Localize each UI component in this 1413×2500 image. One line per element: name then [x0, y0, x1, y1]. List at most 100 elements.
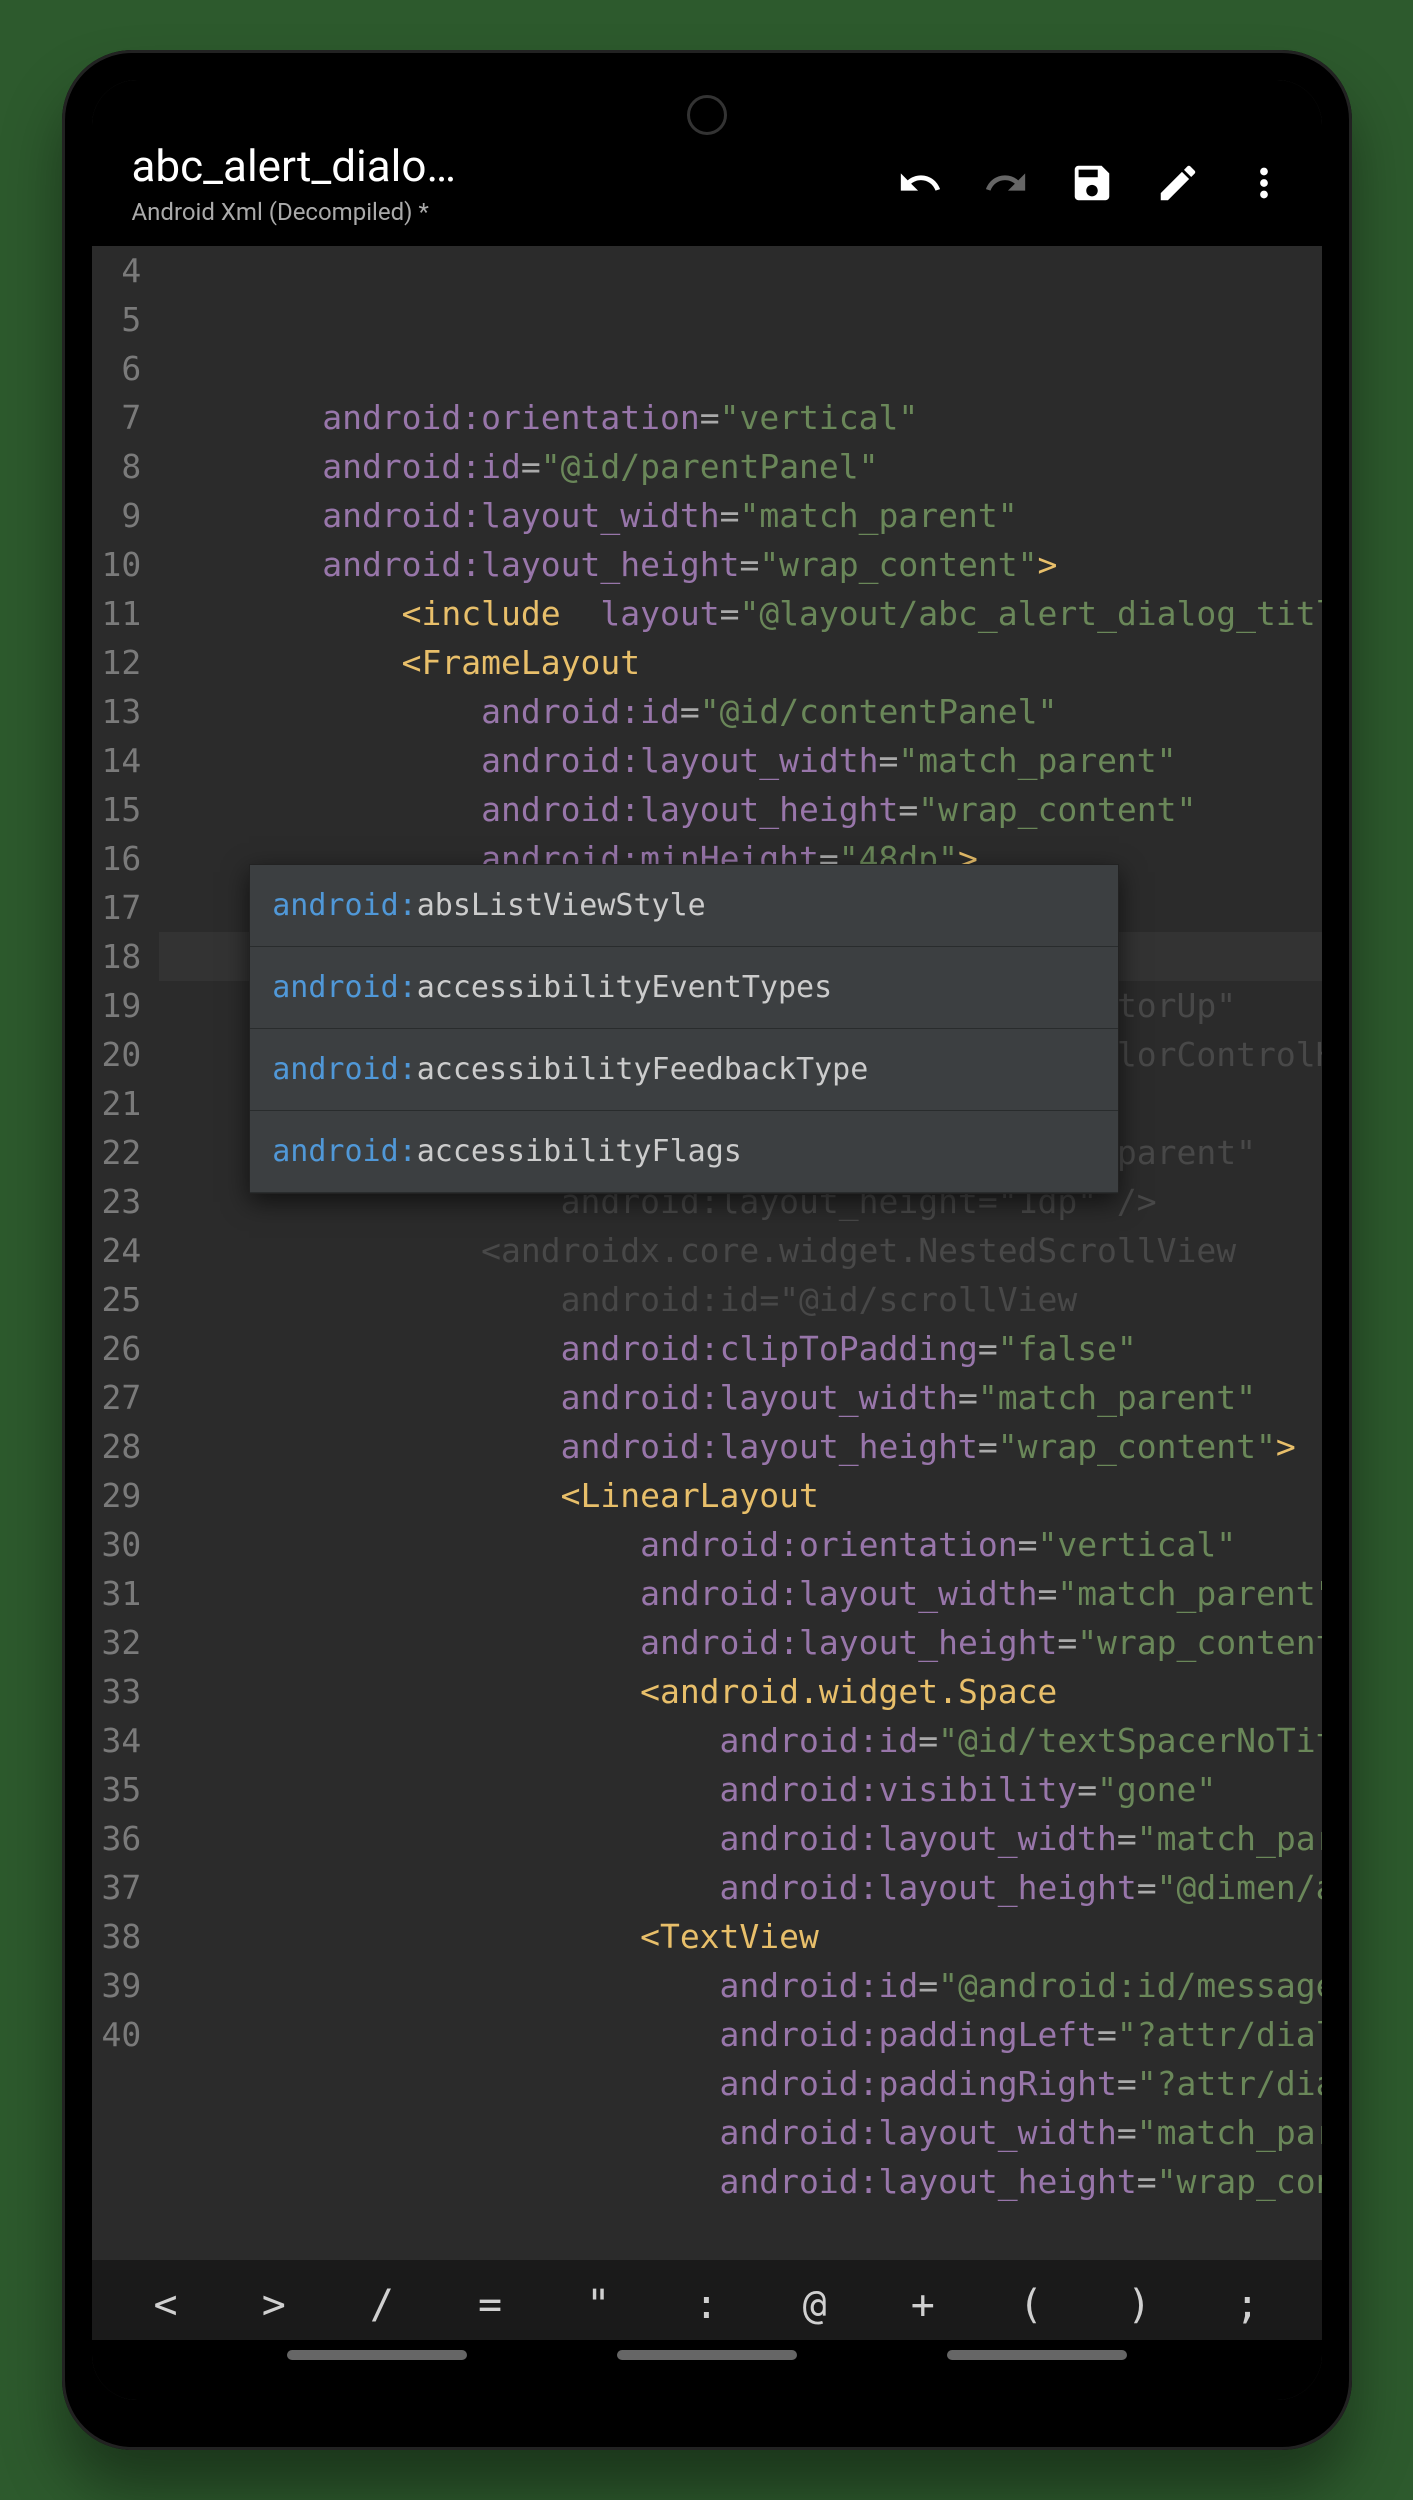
symbol-key[interactable]: = [468, 2282, 512, 2328]
code-line[interactable]: android:id="@id/parentPanel" [159, 442, 1321, 491]
line-number: 17 [102, 883, 142, 932]
overflow-menu-button[interactable] [1236, 155, 1292, 211]
line-number: 20 [102, 1030, 142, 1079]
code-line[interactable]: <FrameLayout [159, 638, 1321, 687]
save-icon [1069, 160, 1115, 206]
camera-cutout [687, 95, 727, 135]
redo-button[interactable] [978, 155, 1034, 211]
code-line[interactable]: android:id="@id/scrollView [159, 1275, 1321, 1324]
phone-frame: abc_alert_dialo… Android Xml (Decompiled… [62, 50, 1352, 2450]
code-line[interactable]: android:visibility="gone" [159, 1765, 1321, 1814]
autocomplete-item[interactable]: android:absListViewStyle [250, 865, 1118, 947]
code-line[interactable]: <LinearLayout [159, 1471, 1321, 1520]
line-number: 31 [102, 1569, 142, 1618]
line-number: 26 [102, 1324, 142, 1373]
code-line[interactable]: android:layout_width="match_parent" [159, 1569, 1321, 1618]
line-number: 4 [102, 246, 142, 295]
save-button[interactable] [1064, 155, 1120, 211]
code-editor[interactable]: 4567891011121314151617181920212223242526… [92, 246, 1322, 2260]
line-number: 35 [102, 1765, 142, 1814]
code-line[interactable]: android:orientation="vertical" [159, 393, 1321, 442]
symbol-key[interactable]: : [684, 2282, 728, 2328]
edit-button[interactable] [1150, 155, 1206, 211]
line-number: 33 [102, 1667, 142, 1716]
line-number: 19 [102, 981, 142, 1030]
code-line[interactable]: android:clipToPadding="false" [159, 1324, 1321, 1373]
code-line[interactable]: android:id="@id/contentPanel" [159, 687, 1321, 736]
line-number: 6 [102, 344, 142, 393]
nav-recent[interactable] [287, 2350, 467, 2360]
symbol-key[interactable]: ) [1117, 2282, 1161, 2328]
line-number: 14 [102, 736, 142, 785]
code-line[interactable]: android:layout_width="match_parent" [159, 491, 1321, 540]
line-number: 29 [102, 1471, 142, 1520]
line-number: 11 [102, 589, 142, 638]
autocomplete-item[interactable]: android:accessibilityFlags [250, 1111, 1118, 1193]
code-line[interactable]: android:paddingLeft="?attr/dialog [159, 2010, 1321, 2059]
code-line[interactable]: android:layout_height="@dimen/a [159, 1863, 1321, 1912]
code-line[interactable]: android:layout_height="wrap_cont [159, 2157, 1321, 2206]
autocomplete-item[interactable]: android:accessibilityFeedbackType [250, 1029, 1118, 1111]
line-number: 16 [102, 834, 142, 883]
line-number: 28 [102, 1422, 142, 1471]
undo-button[interactable] [892, 155, 948, 211]
symbol-key[interactable]: ( [1009, 2282, 1053, 2328]
code-line[interactable]: <android.widget.Space [159, 1667, 1321, 1716]
symbol-key[interactable]: > [252, 2282, 296, 2328]
nav-back[interactable] [947, 2350, 1127, 2360]
symbol-key[interactable]: + [901, 2282, 945, 2328]
line-number: 39 [102, 1961, 142, 2010]
redo-icon [983, 160, 1029, 206]
code-content[interactable]: android:orientation="vertical" android:i… [159, 246, 1321, 2260]
code-line[interactable]: <androidx.core.widget.NestedScrollView [159, 1226, 1321, 1275]
code-line[interactable]: <include layout="@layout/abc_alert_dialo… [159, 589, 1321, 638]
autocomplete-popup[interactable]: android:absListViewStyleandroid:accessib… [249, 864, 1119, 1194]
symbol-key[interactable]: ; [1225, 2282, 1269, 2328]
line-number: 34 [102, 1716, 142, 1765]
line-number: 25 [102, 1275, 142, 1324]
line-number: 40 [102, 2010, 142, 2059]
line-number: 10 [102, 540, 142, 589]
line-number: 15 [102, 785, 142, 834]
symbol-keyboard-row: < > / = ": @ + (); [92, 2260, 1322, 2340]
line-number: 23 [102, 1177, 142, 1226]
line-number: 38 [102, 1912, 142, 1961]
line-number: 32 [102, 1618, 142, 1667]
code-line[interactable]: android:orientation="vertical" [159, 1520, 1321, 1569]
android-nav-bar [92, 2340, 1322, 2400]
symbol-key[interactable]: / [360, 2282, 404, 2328]
code-line[interactable]: android:layout_height="wrap_content [159, 1618, 1321, 1667]
nav-home[interactable] [617, 2350, 797, 2360]
symbol-key[interactable]: @ [793, 2282, 837, 2328]
screen: abc_alert_dialo… Android Xml (Decompiled… [92, 80, 1322, 2400]
symbol-key[interactable]: " [576, 2282, 620, 2328]
code-line[interactable]: android:id="@android:id/message [159, 1961, 1321, 2010]
line-number: 12 [102, 638, 142, 687]
code-line[interactable]: android:layout_width="match_par [159, 1814, 1321, 1863]
code-line[interactable]: android:layout_width="match_par [159, 2108, 1321, 2157]
line-number: 18 [102, 932, 142, 981]
symbol-key[interactable]: < [144, 2282, 188, 2328]
title-area: abc_alert_dialo… Android Xml (Decompiled… [132, 140, 872, 226]
code-line[interactable]: <TextView [159, 1912, 1321, 1961]
autocomplete-item[interactable]: android:accessibilityEventTypes [250, 947, 1118, 1029]
code-line[interactable]: android:id="@id/textSpacerNoTitl [159, 1716, 1321, 1765]
code-line[interactable]: android:paddingRight="?attr/dialo [159, 2059, 1321, 2108]
code-line[interactable]: android:layout_width="match_parent" [159, 1373, 1321, 1422]
line-number: 9 [102, 491, 142, 540]
undo-icon [897, 160, 943, 206]
line-number: 36 [102, 1814, 142, 1863]
line-number: 30 [102, 1520, 142, 1569]
code-line[interactable]: android:layout_height="wrap_content" [159, 785, 1321, 834]
code-line[interactable]: android:layout_width="match_parent" [159, 736, 1321, 785]
more-vert-icon [1241, 160, 1287, 206]
code-line[interactable]: android:layout_height="wrap_content"> [159, 540, 1321, 589]
line-number: 24 [102, 1226, 142, 1275]
line-number-gutter: 4567891011121314151617181920212223242526… [92, 246, 160, 2260]
file-subtitle: Android Xml (Decompiled) * [132, 198, 872, 226]
file-title: abc_alert_dialo… [132, 140, 872, 192]
code-line[interactable]: android:layout_height="wrap_content"> [159, 1422, 1321, 1471]
line-number: 7 [102, 393, 142, 442]
line-number: 13 [102, 687, 142, 736]
line-number: 27 [102, 1373, 142, 1422]
